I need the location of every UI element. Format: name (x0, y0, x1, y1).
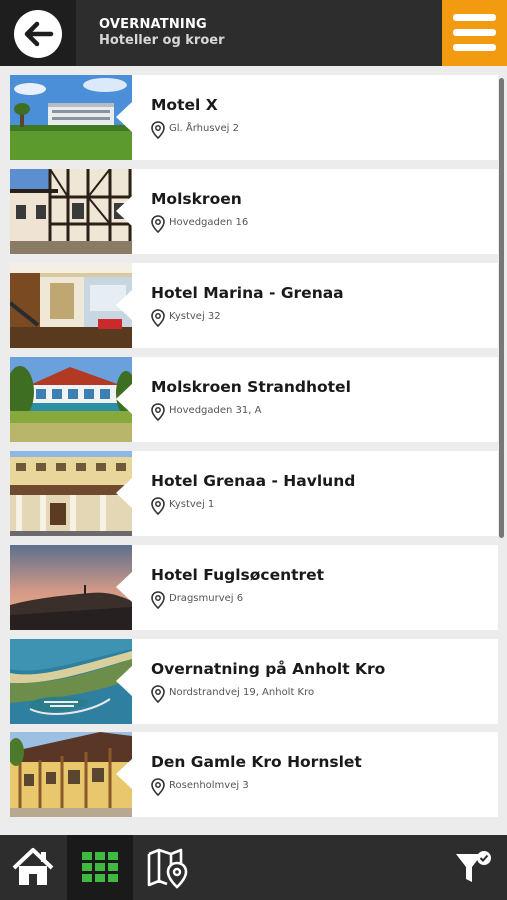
hotel-name: Hotel Grenaa - Havlund (151, 472, 356, 490)
menu-button[interactable] (442, 0, 507, 66)
hamburger-menu-icon (453, 29, 496, 36)
filter-icon (456, 851, 491, 882)
hotel-thumbnail (10, 263, 132, 348)
hamburger-menu-icon (453, 44, 496, 51)
hotel-name: Hotel Marina - Grenaa (151, 284, 344, 302)
hotel-thumbnail (10, 732, 132, 817)
card-notch (116, 758, 133, 790)
hotel-card[interactable]: Overnatning på Anholt Kro Nordstrandvej … (10, 639, 498, 724)
back-button[interactable] (0, 0, 76, 66)
hotel-thumbnail (10, 75, 132, 160)
hotel-card[interactable]: Den Gamle Kro Hornslet Rosenholmvej 3 (10, 732, 498, 817)
hotel-address-text: Hovedgaden 16 (169, 217, 249, 228)
nav-grid-button[interactable] (67, 835, 133, 900)
hotel-address-text: Nordstrandvej 19, Anholt Kro (169, 687, 315, 698)
hotel-card[interactable]: Hotel Grenaa - Havlund Kystvej 1 (10, 451, 498, 536)
hotel-address-text: Rosenholmvej 3 (169, 780, 249, 791)
hotel-name: Hotel Fuglsøcentret (151, 566, 325, 584)
page-subtitle: Hoteller og kroer (99, 33, 225, 48)
grid-icon (82, 852, 118, 882)
hotel-card[interactable]: Molskroen Hovedgaden 16 (10, 169, 498, 254)
hotel-address-text: Gl. Århusvej 2 (169, 123, 239, 134)
card-notch (116, 101, 133, 133)
home-icon (12, 848, 54, 885)
card-notch (116, 383, 133, 415)
hotel-card[interactable]: Hotel Fuglsøcentret Dragsmurvej 6 (10, 545, 498, 630)
hotel-address-text: Kystvej 32 (169, 311, 221, 322)
hotel-thumbnail (10, 169, 132, 254)
location-pin-icon (151, 215, 165, 233)
location-pin-icon (151, 121, 165, 139)
hotel-address-text: Dragsmurvej 6 (169, 593, 244, 604)
hotel-name: Molskroen Strandhotel (151, 378, 351, 396)
hotel-card[interactable]: Hotel Marina - Grenaa Kystvej 32 (10, 263, 498, 348)
hotel-thumbnail (10, 639, 132, 724)
app-header: OVERNATNING Hoteller og kroer (0, 0, 507, 66)
location-pin-icon (151, 778, 165, 796)
hotel-address-text: Kystvej 1 (169, 499, 215, 510)
location-pin-icon (151, 403, 165, 421)
arrow-left-icon (14, 10, 62, 58)
card-notch (116, 571, 133, 603)
hotel-name: Overnatning på Anholt Kro (151, 660, 386, 678)
location-pin-icon (151, 309, 165, 327)
hotel-card[interactable]: Motel X Gl. Århusvej 2 (10, 75, 498, 160)
hotel-thumbnail (10, 545, 132, 630)
location-pin-icon (151, 685, 165, 703)
hamburger-menu-icon (453, 14, 496, 21)
nav-map-button[interactable] (133, 835, 201, 900)
card-notch (116, 195, 133, 227)
location-pin-icon (151, 497, 165, 515)
header-title-block: OVERNATNING Hoteller og kroer (99, 17, 225, 49)
bottom-navigation (0, 835, 507, 900)
hotel-name: Motel X (151, 96, 218, 114)
hotel-thumbnail (10, 357, 132, 442)
map-pin-icon (147, 848, 188, 889)
card-notch (116, 665, 133, 697)
hotel-thumbnail (10, 451, 132, 536)
hotel-list[interactable]: Motel X Gl. Århusvej 2 Molskroen Hovedga… (10, 75, 498, 822)
location-pin-icon (151, 591, 165, 609)
list-scrollbar[interactable] (499, 78, 504, 538)
page-title: OVERNATNING (99, 17, 207, 32)
hotel-name: Den Gamle Kro Hornslet (151, 753, 362, 771)
hotel-name: Molskroen (151, 190, 242, 208)
hotel-address-text: Hovedgaden 31, A (169, 405, 262, 416)
hotel-card[interactable]: Molskroen Strandhotel Hovedgaden 31, A (10, 357, 498, 442)
nav-filter-button[interactable] (440, 835, 507, 900)
card-notch (116, 477, 133, 509)
nav-home-button[interactable] (0, 835, 67, 900)
card-notch (116, 289, 133, 321)
